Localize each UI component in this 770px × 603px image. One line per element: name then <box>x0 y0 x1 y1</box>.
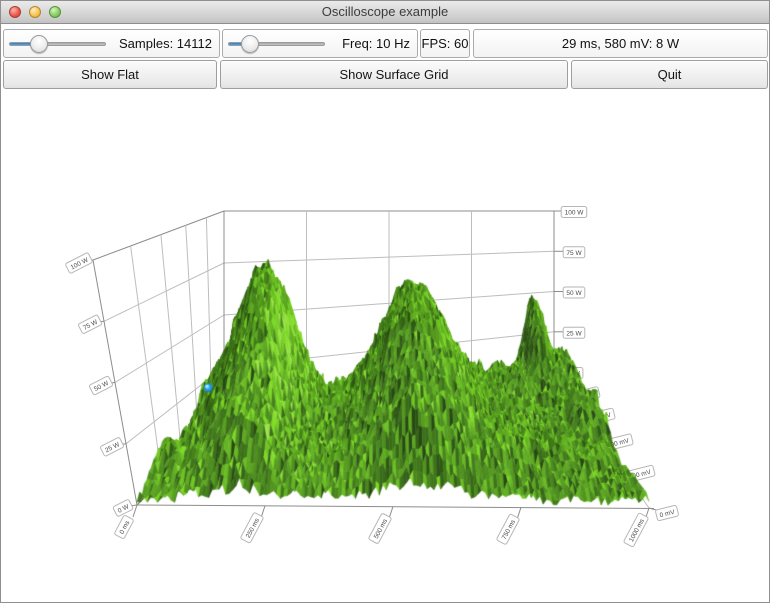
surface-plot[interactable] <box>1 1 769 602</box>
app-window: Oscilloscope example Samples: 14112 Freq… <box>0 0 770 603</box>
